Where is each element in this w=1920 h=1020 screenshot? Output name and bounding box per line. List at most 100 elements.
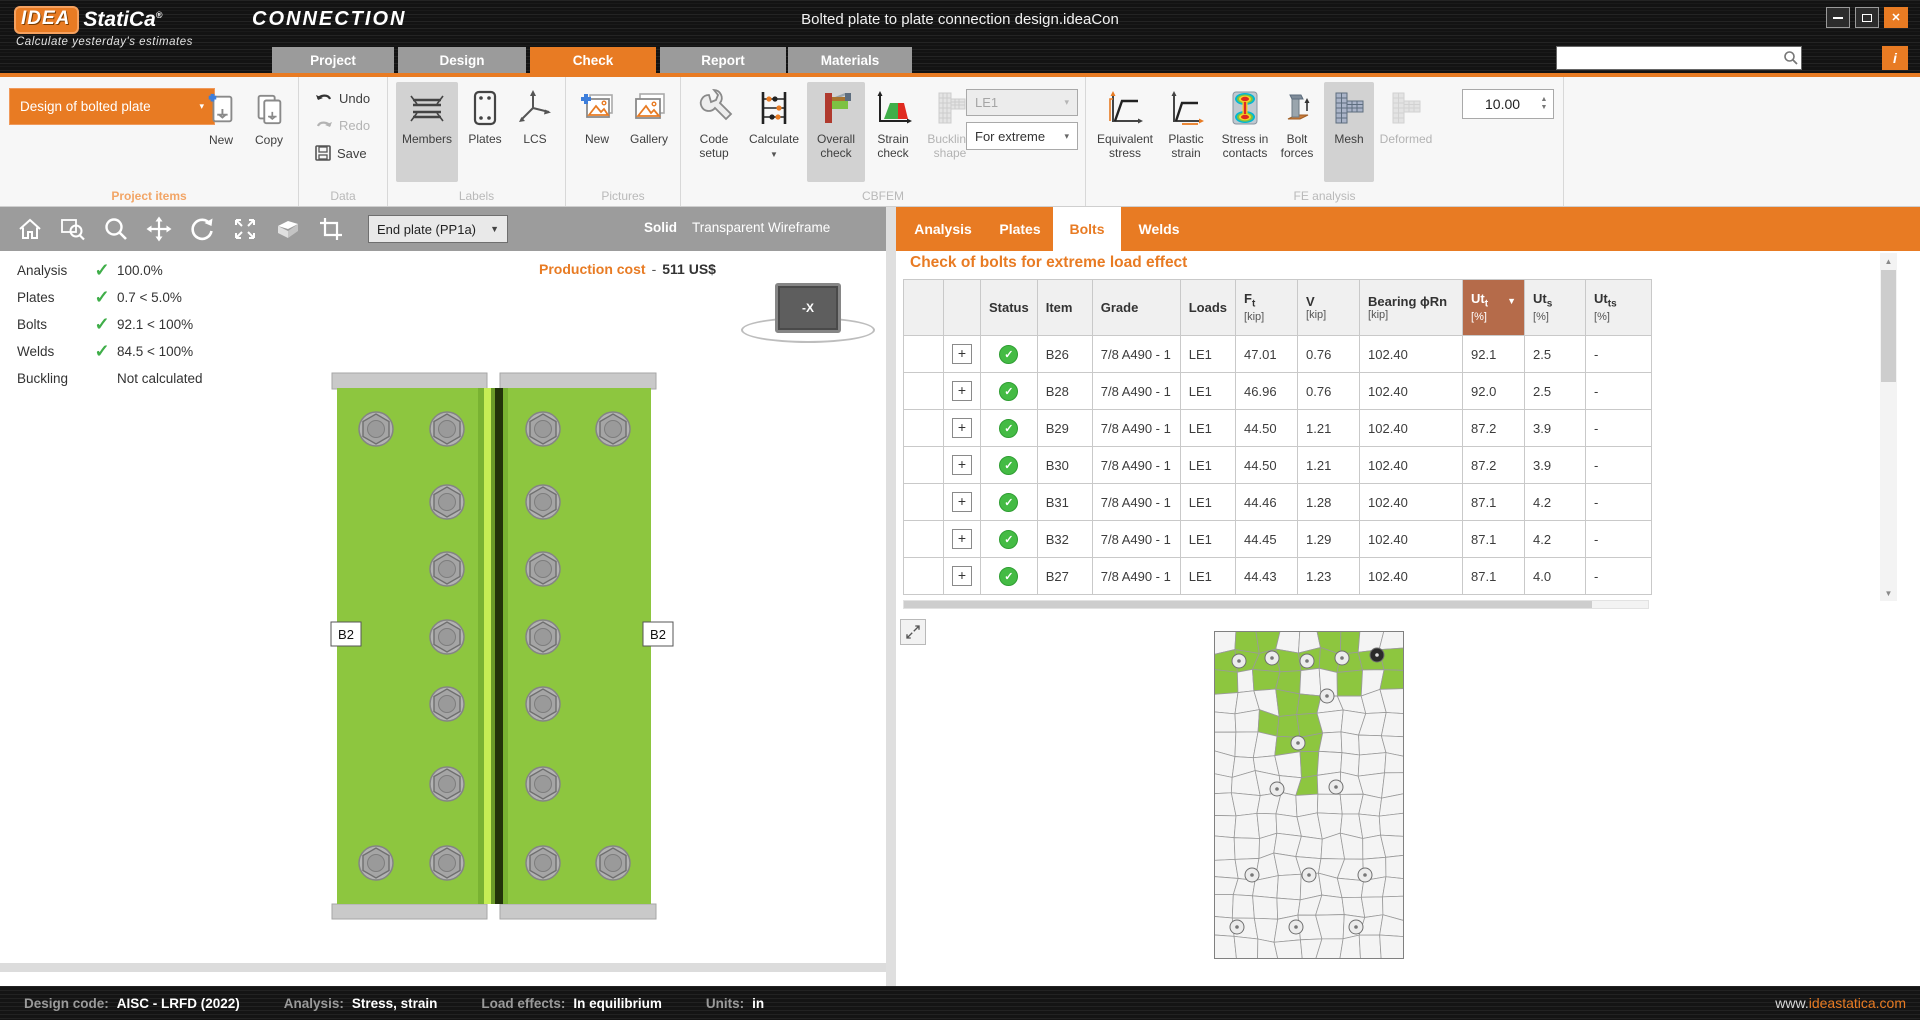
bolt-head[interactable] (526, 412, 560, 446)
results-tab-plates[interactable]: Plates (994, 207, 1046, 251)
view-mode-transparent[interactable]: Transparent (692, 220, 764, 235)
pan-icon[interactable] (146, 216, 172, 242)
column-header-ut[interactable]: Utt▼[%] (1463, 280, 1525, 336)
results-tab-bolts[interactable]: Bolts (1053, 207, 1121, 251)
column-header-f[interactable]: Ft[kip] (1236, 280, 1298, 336)
column-header-bearing-rn[interactable]: Bearing ϕRn[kip] (1360, 280, 1463, 336)
website-link[interactable]: www.ideastatica.com (1775, 995, 1920, 1011)
bolt-head[interactable] (596, 846, 630, 880)
navigation-cube[interactable]: -X (775, 283, 841, 333)
new-picture-button[interactable]: New (572, 82, 622, 182)
spinner-arrows-icon[interactable]: ▲▼ (1537, 96, 1553, 112)
deformed-button[interactable]: Deformed (1374, 82, 1438, 182)
zoom-fit-icon[interactable] (232, 216, 258, 242)
bolt-head[interactable] (526, 687, 560, 721)
bolt-forces-button[interactable]: Bolt forces (1274, 82, 1320, 182)
panel-splitter[interactable] (886, 207, 896, 986)
bolt-head[interactable] (359, 846, 393, 880)
view-mode-solid[interactable]: Solid (644, 220, 677, 235)
tab-project[interactable]: Project (272, 47, 394, 73)
search-input[interactable] (1557, 48, 1781, 68)
zoom-window-icon[interactable] (60, 216, 86, 242)
results-vertical-scrollbar[interactable]: ▲ ▼ (1880, 253, 1897, 601)
copy-project-item-button[interactable]: Copy (246, 83, 292, 147)
column-header-loads[interactable]: Loads (1180, 280, 1235, 336)
results-tab-analysis[interactable]: Analysis (913, 207, 973, 251)
members-labels-button[interactable]: Members (396, 82, 458, 182)
expand-row-button[interactable]: + (952, 566, 972, 586)
bolt-head[interactable] (430, 620, 464, 654)
expand-row-button[interactable]: + (952, 381, 972, 401)
minimize-button[interactable] (1826, 7, 1850, 28)
expand-row-button[interactable]: + (952, 418, 972, 438)
column-header-grade[interactable]: Grade (1092, 280, 1180, 336)
search-box[interactable] (1556, 46, 1802, 70)
scrollbar-thumb[interactable] (904, 601, 1592, 608)
expand-row-button[interactable]: + (952, 529, 972, 549)
close-button[interactable]: ✕ (1884, 7, 1908, 28)
view-item-dropdown[interactable]: End plate (PP1a)▼ (368, 215, 508, 243)
bolt-head[interactable] (526, 846, 560, 880)
bolt-head[interactable] (359, 412, 393, 446)
home-view-icon[interactable] (17, 216, 43, 242)
maximize-button[interactable] (1855, 7, 1879, 28)
load-effect-dropdown[interactable]: LE1▾ (966, 89, 1078, 116)
tab-design[interactable]: Design (398, 47, 526, 73)
undo-button[interactable]: Undo (315, 91, 370, 106)
plastic-strain-button[interactable]: Plastic strain (1160, 82, 1212, 182)
column-header-status[interactable]: Status (981, 280, 1038, 336)
bolt-head[interactable] (430, 412, 464, 446)
scroll-down-arrow[interactable]: ▼ (1880, 585, 1897, 601)
rotate-icon[interactable] (189, 216, 215, 242)
save-button[interactable]: Save (315, 145, 367, 161)
expand-mesh-button[interactable] (900, 619, 926, 645)
gallery-button[interactable]: Gallery (622, 82, 676, 182)
expand-row-button[interactable]: + (952, 344, 972, 364)
mesh-button[interactable]: Mesh (1324, 82, 1374, 182)
redo-button[interactable]: Redo (315, 118, 370, 133)
equivalent-stress-button[interactable]: Equivalent stress (1092, 82, 1158, 182)
bolt-head[interactable] (430, 687, 464, 721)
stress-in-contacts-button[interactable]: Stress in contacts (1214, 82, 1276, 182)
column-header-item[interactable]: Item (1037, 280, 1092, 336)
new-project-item-button[interactable]: New (198, 83, 244, 147)
zoom-icon[interactable] (103, 216, 129, 242)
results-tab-welds[interactable]: Welds (1130, 207, 1188, 251)
bolt-head[interactable] (430, 846, 464, 880)
tab-check[interactable]: Check (530, 47, 656, 73)
column-header-ut[interactable]: Utts[%] (1586, 280, 1652, 336)
bolt-head[interactable] (596, 412, 630, 446)
tab-report[interactable]: Report (660, 47, 786, 73)
plates-labels-button[interactable]: Plates (460, 82, 510, 182)
solid-view-icon[interactable] (275, 216, 301, 242)
clipping-icon[interactable] (318, 216, 344, 242)
overall-check-button[interactable]: Overall check (807, 82, 865, 182)
info-button[interactable]: i (1882, 46, 1908, 70)
calculate-button[interactable]: Calculate▼ (743, 82, 805, 182)
bolt-head[interactable] (526, 485, 560, 519)
deformed-scale-spinner[interactable]: 10.00 ▲▼ (1462, 89, 1554, 119)
bolt-head[interactable] (526, 552, 560, 586)
project-item-dropdown[interactable]: Design of bolted plate▾ (9, 88, 215, 125)
view-mode-wireframe[interactable]: Wireframe (768, 220, 830, 235)
scrollbar-thumb[interactable] (1881, 270, 1896, 382)
lcs-button[interactable]: LCS (512, 82, 558, 182)
column-header-v[interactable]: V[kip] (1298, 280, 1360, 336)
column-header-ut[interactable]: Uts[%] (1525, 280, 1586, 336)
bolt-head[interactable] (526, 620, 560, 654)
code-setup-button[interactable]: Code setup (687, 82, 741, 182)
plate-right[interactable] (503, 388, 651, 904)
extreme-filter-dropdown[interactable]: For extreme▾ (966, 122, 1078, 150)
bolt-head[interactable] (430, 485, 464, 519)
table-horizontal-scrollbar[interactable] (903, 600, 1649, 609)
tab-materials[interactable]: Materials (788, 47, 912, 73)
table-row: +✓B287/8 A490 - 1LE146.960.76102.4092.02… (904, 373, 1652, 410)
viewport-horizontal-scrollbar[interactable] (0, 963, 886, 972)
strain-check-button[interactable]: Strain check (867, 82, 919, 182)
scroll-up-arrow[interactable]: ▲ (1880, 253, 1897, 269)
bolt-head[interactable] (526, 767, 560, 801)
expand-row-button[interactable]: + (952, 455, 972, 475)
bolt-head[interactable] (430, 767, 464, 801)
expand-row-button[interactable]: + (952, 492, 972, 512)
bolt-head[interactable] (430, 552, 464, 586)
